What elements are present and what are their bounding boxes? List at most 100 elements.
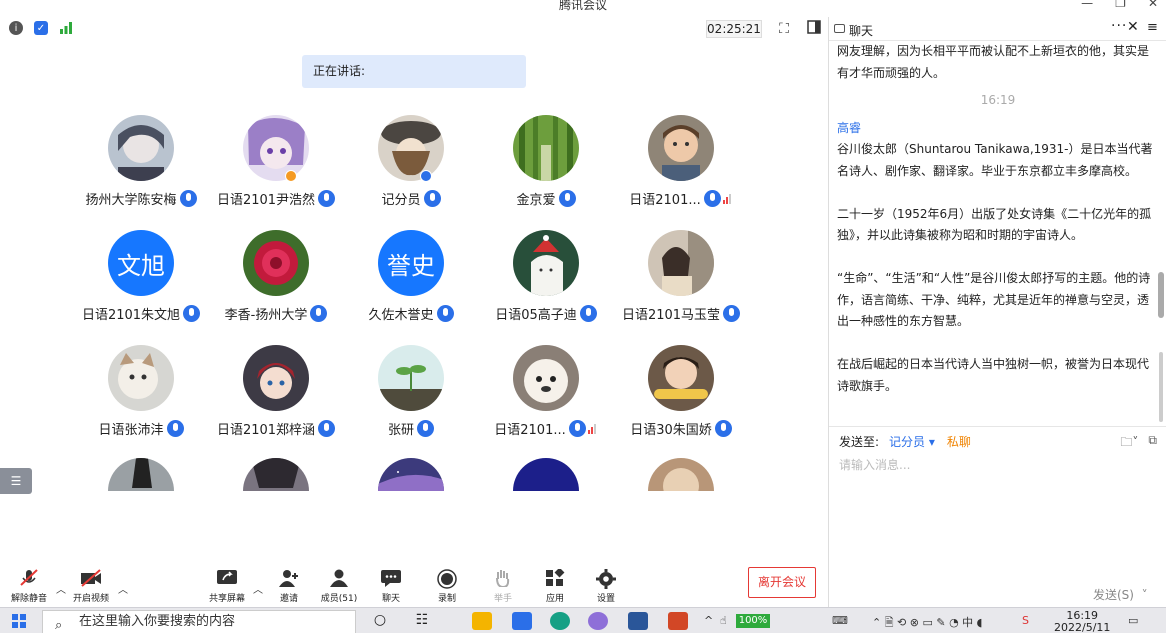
widgets-icon[interactable]: ☷: [412, 612, 432, 630]
app-icon[interactable]: [588, 612, 608, 630]
shield-icon[interactable]: ✓: [34, 21, 48, 35]
message-list: 网友理解，因为长相平平而被认配不上新垣衣的他，其实是有才华而顽强的人。 16:1…: [837, 41, 1159, 426]
powerpoint-icon[interactable]: [668, 612, 688, 630]
participant-name: 记分员: [381, 193, 421, 208]
close-icon[interactable]: ✕: [1127, 19, 1139, 35]
word-icon[interactable]: [628, 612, 648, 630]
recipient-select[interactable]: 记分员 ▾: [889, 435, 935, 449]
participant-tile[interactable]: 日语2101...: [476, 345, 616, 445]
start-video-button[interactable]: 开启视频: [66, 569, 116, 604]
participant-tile[interactable]: 扬州大学陈安梅: [71, 115, 211, 215]
info-icon[interactable]: i: [9, 21, 23, 35]
participant-tile[interactable]: 日语2101马玉莹: [611, 230, 751, 330]
participant-tile[interactable]: 誉史 久佐木誉史: [341, 230, 481, 330]
participant-tile[interactable]: 日语2101郑梓涵: [206, 345, 346, 445]
video-off-icon: [80, 569, 102, 587]
participant-tile[interactable]: 日语2101...: [611, 115, 751, 215]
participant-tile[interactable]: 李香-扬州大学: [206, 230, 346, 330]
chat-icon: [380, 569, 402, 587]
participant-name: 张研: [387, 423, 414, 438]
avatar: [108, 458, 174, 491]
close-window-icon[interactable]: ✕: [1148, 0, 1158, 10]
scrollbar-thumb[interactable]: [1158, 272, 1164, 318]
chat-title: 聊天: [849, 24, 874, 38]
chat-button[interactable]: 聊天: [366, 569, 416, 604]
edge-icon[interactable]: [550, 612, 570, 630]
participant-tile[interactable]: 日语2101尹浩然: [206, 115, 346, 215]
tencent-meeting-icon[interactable]: [512, 612, 532, 630]
unmute-button[interactable]: 解除静音: [4, 569, 54, 604]
avatar: [648, 345, 714, 411]
participant-tile[interactable]: 张研: [341, 345, 481, 445]
send-button[interactable]: 发送(S) ˅: [1093, 586, 1148, 603]
participant-tile[interactable]: 金京爱: [476, 115, 616, 215]
share-screen-button[interactable]: 共享屏幕: [202, 569, 252, 604]
participant-tile[interactable]: 文旭 日语2101朱文旭: [71, 230, 211, 330]
minimize-icon[interactable]: —: [1081, 0, 1093, 10]
participant-tile[interactable]: 记分员: [341, 115, 481, 215]
top-toolbar: i ✓ 02:25:21 ⛶: [0, 17, 828, 41]
members-button[interactable]: 成员(51): [314, 569, 364, 604]
video-area: 正在讲话: 扬州大学陈安梅 日语2101尹浩然 记分员 金京爱 日语2101..…: [0, 41, 828, 565]
participant-tile[interactable]: 日语05高子迪: [476, 230, 616, 330]
avatar: [243, 115, 309, 181]
chevron-up-icon[interactable]: ︿: [118, 581, 128, 596]
notification-icon[interactable]: ▭: [1128, 614, 1138, 627]
sogou-icon[interactable]: S: [1022, 614, 1029, 627]
task-view-icon[interactable]: ○: [370, 612, 390, 630]
mic-icon: [436, 305, 454, 322]
file-explorer-icon[interactable]: [472, 612, 492, 630]
record-button[interactable]: 录制: [422, 569, 472, 604]
participant-tile[interactable]: [71, 458, 211, 491]
mic-icon: [723, 305, 741, 322]
windows-start-icon[interactable]: [12, 614, 26, 628]
host-badge-icon: [285, 170, 297, 182]
folder-icon[interactable]: 🗀˅: [1120, 433, 1138, 454]
more-icon[interactable]: ···: [1111, 18, 1127, 34]
send-to-row: 发送至: 记分员 ▾ 私聊: [839, 433, 971, 450]
chat-message: 在战后崛起的日本当代诗人当中独树一帜，被誉为日本现代诗歌旗手。: [837, 357, 1150, 393]
system-clock[interactable]: 16:19 2022/5/11: [1054, 610, 1110, 633]
settings-button[interactable]: 设置: [581, 569, 631, 604]
hand-icon[interactable]: ☝: [720, 614, 727, 627]
layout-icon[interactable]: [805, 20, 823, 38]
participant-name: 日语2101马玉莹: [621, 308, 721, 323]
invite-button[interactable]: 邀请: [264, 569, 314, 604]
leave-meeting-button[interactable]: 离开会议: [748, 567, 816, 598]
participant-grid: 扬州大学陈安梅 日语2101尹浩然 记分员 金京爱 日语2101... 文旭 日…: [0, 115, 828, 491]
tray-icons[interactable]: ⌃ 🗎 ⟲ ⊗ ▭ ✎ ◔ 中 ◖: [872, 614, 982, 633]
message-input[interactable]: 请输入消息...: [839, 456, 910, 473]
chevron-up-icon[interactable]: ^: [704, 614, 713, 627]
fullscreen-icon[interactable]: ⛶: [775, 20, 793, 38]
apps-button[interactable]: 应用: [530, 567, 580, 604]
participant-tile[interactable]: [206, 458, 346, 491]
search-placeholder: 在这里输入你要搜索的内容: [79, 614, 236, 629]
invite-icon: [278, 569, 300, 587]
private-chat-link[interactable]: 私聊: [947, 435, 971, 449]
chevron-up-icon[interactable]: ︿: [253, 581, 263, 596]
list-toggle-icon[interactable]: ☰: [0, 468, 32, 494]
mic-icon: [166, 420, 184, 437]
settings-icon: [595, 569, 617, 589]
taskbar-search[interactable]: ⌕ 在这里输入你要搜索的内容: [42, 610, 356, 633]
participant-tile[interactable]: [476, 458, 616, 491]
restore-icon[interactable]: ❐: [1115, 0, 1126, 10]
avatar: [513, 230, 579, 296]
participant-tile[interactable]: [341, 458, 481, 491]
participant-tile[interactable]: 日语30朱国娇: [611, 345, 751, 445]
menu-icon[interactable]: ≡: [1147, 20, 1158, 35]
scrollbar-track[interactable]: [1159, 352, 1163, 422]
settings-label: 设置: [596, 594, 615, 604]
avatar: [378, 458, 444, 491]
share-screen-icon: [216, 569, 238, 587]
keyboard-icon[interactable]: ⌨: [832, 614, 848, 627]
window-title: 腾讯会议: [558, 0, 607, 12]
avatar: [243, 230, 309, 296]
user-badge-icon: [420, 170, 432, 182]
screenshot-icon[interactable]: ⧉: [1148, 433, 1157, 454]
chevron-up-icon[interactable]: ︿: [56, 581, 66, 596]
participant-tile[interactable]: 日语张沛沣: [71, 345, 211, 445]
participant-tile[interactable]: [611, 458, 751, 491]
raise-hand-button[interactable]: 举手: [478, 569, 528, 604]
signal-icon[interactable]: [59, 21, 73, 35]
